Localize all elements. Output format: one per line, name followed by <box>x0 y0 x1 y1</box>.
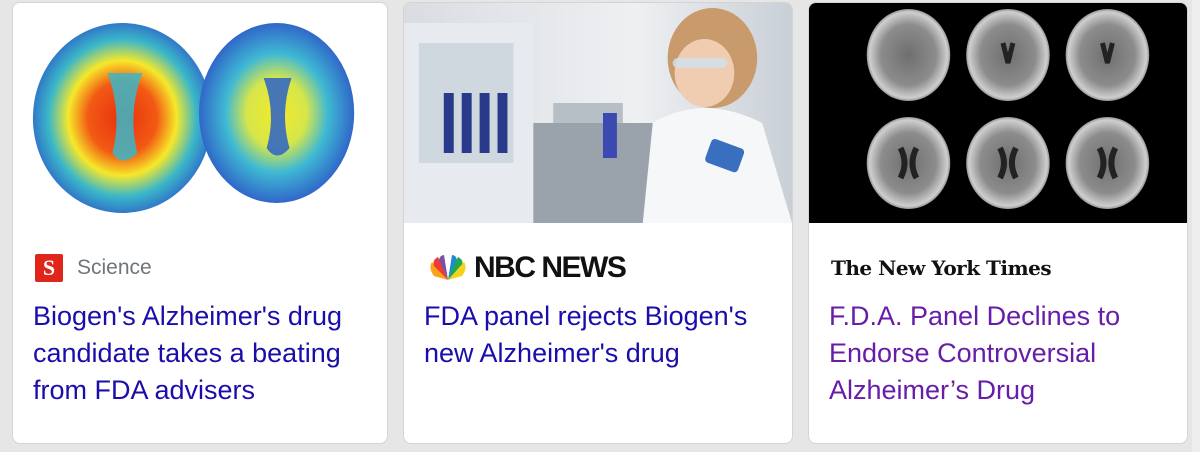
source-name: NBC NEWS <box>474 251 627 284</box>
source-row: The New York Times <box>831 253 1052 283</box>
nbc-news-logo: NBC NEWS <box>426 251 627 285</box>
news-card-science[interactable]: S Science Biogen's Alzheimer's drug cand… <box>12 2 388 444</box>
top-stories-carousel: S Science Biogen's Alzheimer's drug cand… <box>0 0 1200 452</box>
source-row: S Science <box>35 253 152 283</box>
lab-scientist-image <box>404 3 792 223</box>
headline-link[interactable]: FDA panel rejects Biogen's new Alzheimer… <box>424 298 780 372</box>
nbc-peacock-icon <box>430 255 466 280</box>
source-row: NBC NEWS <box>426 251 627 285</box>
news-card-nyt[interactable]: The New York Times F.D.A. Panel Declines… <box>808 2 1188 444</box>
science-logo-icon: S <box>35 254 63 282</box>
source-name: The New York Times <box>831 256 1052 280</box>
ct-brain-scans-image <box>809 3 1187 223</box>
news-card-nbc[interactable]: NBC NEWS FDA panel rejects Biogen's new … <box>403 2 793 444</box>
headline-link[interactable]: Biogen's Alzheimer's drug candidate take… <box>33 298 375 409</box>
headline-link[interactable]: F.D.A. Panel Declines to Endorse Controv… <box>829 298 1175 409</box>
pet-brain-scan-image <box>13 3 387 223</box>
carousel-edge <box>1192 0 1200 452</box>
source-name: Science <box>77 256 152 279</box>
